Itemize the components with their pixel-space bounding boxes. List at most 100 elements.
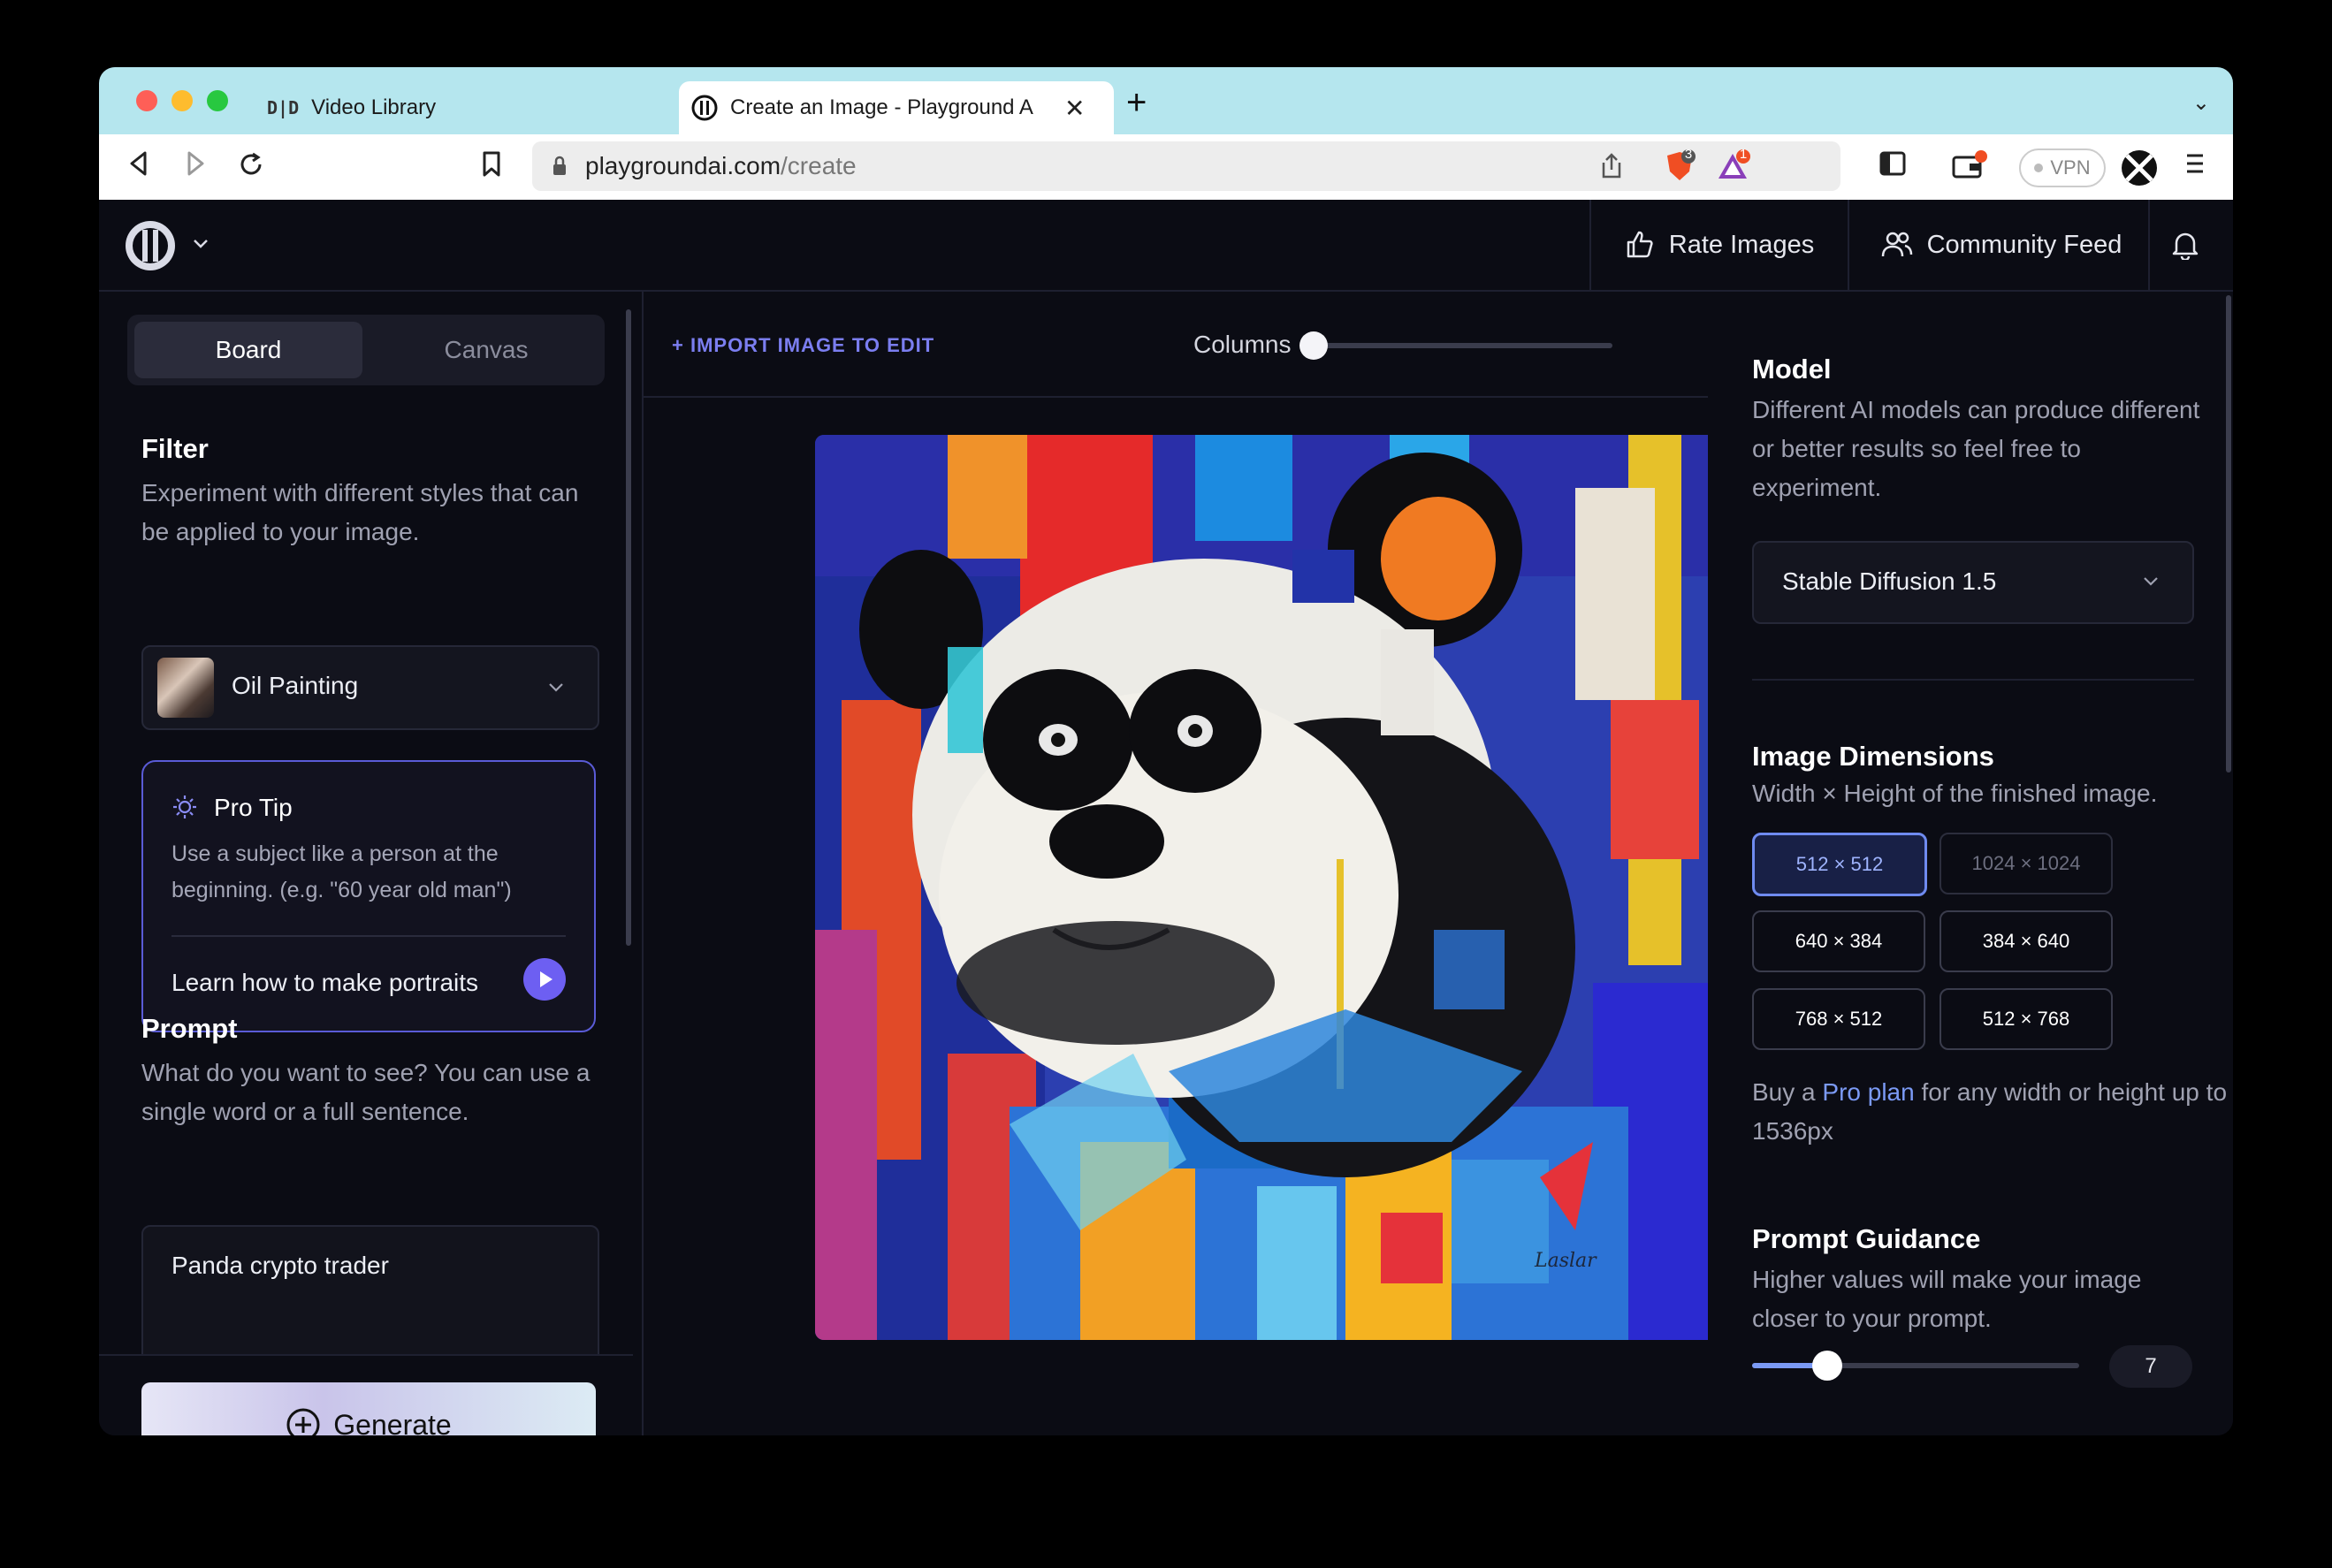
portraits-link[interactable]: Learn how to make portraits [171, 969, 478, 997]
pro-tip-title: Pro Tip [214, 794, 293, 821]
playground-app: Rate Images Community Feed Board Canvas … [99, 200, 2233, 1435]
reload-icon[interactable] [237, 150, 265, 185]
app-logo-icon[interactable] [124, 219, 177, 277]
model-select[interactable]: Stable Diffusion 1.5 [1752, 541, 2194, 624]
browser-toolbar: playgroundai.com/create 3 1 VPN [99, 134, 2233, 201]
section-divider [1752, 679, 2194, 681]
dimensions-description: Width × Height of the finished image. [1752, 780, 2158, 807]
guidance-slider-handle[interactable] [1812, 1351, 1842, 1381]
share-icon[interactable] [1600, 152, 1623, 186]
filter-thumbnail [157, 658, 214, 718]
guidance-title: Prompt Guidance [1752, 1223, 1981, 1254]
lightbulb-icon [171, 794, 198, 825]
brave-shield-icon[interactable]: 3 [1664, 147, 1696, 190]
tab-canvas[interactable]: Canvas [375, 322, 598, 378]
plus-circle-icon [286, 1407, 321, 1435]
dimensions-title: Image Dimensions [1752, 741, 1994, 772]
chevron-down-icon[interactable] [191, 233, 210, 257]
dimension-option-640x384[interactable]: 640 × 384 [1752, 910, 1925, 972]
close-window-button[interactable] [136, 90, 157, 111]
guidance-value[interactable]: 7 [2109, 1345, 2192, 1388]
pro-plan-note-prefix: Buy a [1752, 1078, 1816, 1106]
close-tab-icon[interactable]: ✕ [1064, 94, 1085, 123]
prompt-title: Prompt [141, 1013, 238, 1044]
maximize-window-button[interactable] [207, 90, 228, 111]
right-sidebar: Model Different AI models can produce di… [1708, 292, 2233, 1435]
playground-logo-icon [691, 95, 718, 121]
prompt-description: What do you want to see? You can use a s… [141, 1059, 591, 1125]
alert-badge: 1 [1739, 147, 1748, 162]
filter-title: Filter [141, 433, 209, 464]
new-tab-button[interactable]: + [1126, 83, 1147, 123]
generated-image[interactable]: Laslar [815, 435, 1720, 1340]
left-sidebar: Board Canvas Filter Experiment with diff… [99, 292, 638, 1435]
columns-slider-track[interactable] [1301, 343, 1612, 348]
board-toolbar: + IMPORT IMAGE TO EDIT Columns [644, 292, 1708, 398]
tab-label: Video Library [311, 95, 437, 119]
vpn-button[interactable]: VPN [2019, 148, 2106, 187]
community-feed-label: Community Feed [1926, 230, 2122, 259]
dimension-option-384x640[interactable]: 384 × 640 [1940, 910, 2113, 972]
rate-images-label: Rate Images [1668, 230, 1815, 259]
model-description: Different AI models can produce differen… [1752, 396, 2200, 501]
filter-selected-label: Oil Painting [232, 672, 359, 699]
minimize-window-button[interactable] [171, 90, 193, 111]
did-logo-icon: D|D [267, 97, 300, 118]
browser-tab-bar: D|D Video Library Create an Image - Play… [99, 67, 2233, 134]
url-host: playgroundai.com [585, 152, 781, 179]
notifications-button[interactable] [2148, 200, 2233, 290]
brave-rewards-icon[interactable]: 1 [1717, 147, 1752, 190]
dimension-option-1024x1024[interactable]: 1024 × 1024 [1940, 833, 2113, 894]
model-title: Model [1752, 354, 1832, 384]
pro-tip-text: Use a subject like a person at the begin… [171, 841, 512, 902]
prompt-input[interactable]: Panda crypto trader [141, 1225, 599, 1370]
generate-button[interactable]: Generate [141, 1382, 596, 1435]
filter-select[interactable]: Oil Painting [141, 645, 599, 730]
import-image-button[interactable]: + IMPORT IMAGE TO EDIT [672, 334, 934, 357]
artist-signature: Laslar [1535, 1250, 1597, 1272]
menu-icon[interactable] [2185, 150, 2205, 183]
bell-icon [2171, 230, 2214, 260]
vpn-status-dot [2034, 164, 2044, 172]
model-selected-label: Stable Diffusion 1.5 [1782, 567, 1997, 595]
guidance-description: Higher values will make your image close… [1752, 1266, 2142, 1332]
image-board: + IMPORT IMAGE TO EDIT Columns Laslar [642, 292, 1810, 1435]
thumbs-up-icon [1625, 230, 1669, 260]
mode-switch: Board Canvas [127, 315, 605, 385]
pro-plan-note: Buy a Pro plan for any width or height u… [1752, 1073, 2229, 1151]
address-bar[interactable]: playgroundai.com/create 3 1 [532, 141, 1840, 191]
vpn-label: VPN [2050, 156, 2091, 179]
pro-tip-divider [171, 935, 566, 937]
pro-plan-link[interactable]: Pro plan [1822, 1078, 1914, 1106]
tab-create-image[interactable]: Create an Image - Playground A ✕ [679, 81, 1114, 134]
app-header: Rate Images Community Feed [99, 200, 2233, 292]
dimension-option-768x512[interactable]: 768 × 512 [1752, 988, 1925, 1050]
tab-board[interactable]: Board [134, 322, 362, 378]
sidebar-toggle-icon[interactable] [1879, 150, 1906, 183]
play-icon[interactable] [523, 958, 566, 1005]
forward-icon[interactable] [184, 150, 207, 183]
users-icon [1881, 230, 1927, 260]
chevron-down-icon [2141, 571, 2161, 595]
columns-label: Columns [1193, 331, 1292, 358]
rate-images-button[interactable]: Rate Images [1589, 200, 1848, 290]
left-scrollbar[interactable] [626, 309, 631, 946]
chevron-down-icon [546, 677, 566, 701]
wallet-icon[interactable] [1952, 150, 1987, 186]
tab-video-library[interactable]: D|D Video Library [267, 81, 585, 134]
tab-list-chevron-icon[interactable]: ⌄ [2192, 90, 2210, 116]
dimension-option-512x768[interactable]: 512 × 768 [1940, 988, 2113, 1050]
shield-badge: 3 [1684, 147, 1693, 162]
lock-icon [552, 156, 568, 177]
dimension-option-512x512[interactable]: 512 × 512 [1752, 833, 1927, 896]
generate-label: Generate [333, 1408, 452, 1436]
back-icon[interactable] [127, 150, 150, 183]
community-feed-button[interactable]: Community Feed [1848, 200, 2153, 290]
bookmark-icon[interactable] [481, 150, 502, 185]
right-scrollbar[interactable] [2226, 295, 2231, 773]
prompt-text: Panda crypto trader [171, 1252, 389, 1279]
browser-window: D|D Video Library Create an Image - Play… [99, 67, 2233, 1435]
extension-icon[interactable] [2120, 148, 2159, 194]
columns-slider-handle[interactable] [1299, 331, 1328, 360]
filter-description: Experiment with different styles that ca… [141, 479, 579, 545]
